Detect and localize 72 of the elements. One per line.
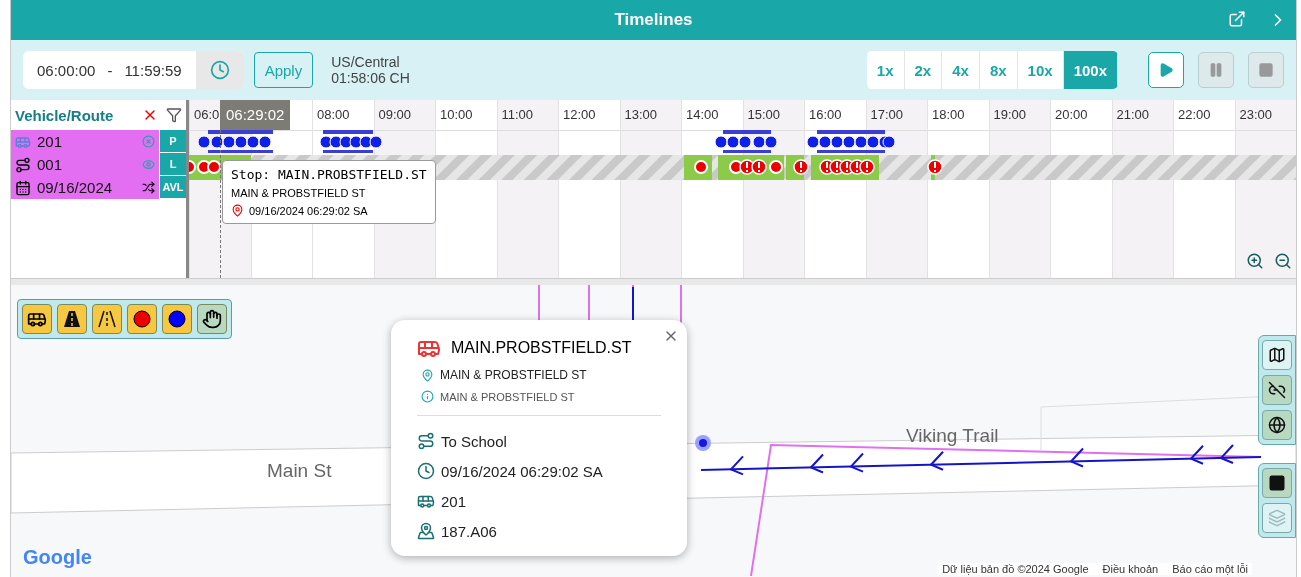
popup-detail: 09/16/2024 06:29:02 SA [441, 462, 603, 480]
filter-row[interactable]: 001 [11, 153, 159, 176]
tag-button[interactable]: L [160, 153, 186, 176]
external-link-icon[interactable] [1228, 10, 1246, 28]
attribution-text: Dữ liệu bản đồ ©2024 Google [942, 563, 1089, 575]
lanes-icon [98, 310, 116, 328]
play-icon [1158, 62, 1174, 78]
tag-button[interactable]: AVL [160, 176, 186, 199]
stop-icon [1258, 62, 1274, 78]
zoom-out-icon[interactable] [1274, 252, 1292, 270]
hand-icon [202, 309, 222, 329]
square-icon [1268, 474, 1286, 492]
speed-button[interactable]: 1x [866, 51, 905, 89]
hour-label: 12:00 [559, 100, 620, 131]
clock-icon [209, 60, 230, 80]
shuffle-icon[interactable] [142, 181, 155, 194]
time-range-field[interactable]: 06:00:00 - 11:59:59 [23, 51, 244, 89]
dot-icon [132, 309, 152, 329]
hour-label: 18:00 [928, 100, 989, 131]
popup-detail: 187.A06 [441, 522, 497, 540]
dot-tool-button[interactable] [162, 304, 192, 334]
tag-button[interactable]: P [160, 130, 186, 153]
speed-button[interactable]: 100x [1063, 51, 1118, 89]
dot-icon [167, 309, 187, 329]
column-title: Vehicle/Route [15, 106, 115, 124]
street-label: Main St [267, 460, 332, 482]
pause-icon [1208, 62, 1224, 78]
route-icon [417, 522, 435, 540]
info-icon [421, 390, 434, 403]
pin-icon [421, 368, 434, 382]
lanes-tool-button[interactable] [92, 304, 122, 334]
hour-label: 10:00 [436, 100, 497, 131]
attribution-text[interactable]: Điều khoản [1102, 563, 1159, 575]
popup-title: MAIN.PROBSTFIELD.ST [451, 339, 632, 357]
play-button[interactable] [1148, 52, 1184, 88]
hour-label: 22:00 [1174, 100, 1235, 131]
unlink-icon [1268, 381, 1286, 399]
hand-tool-button[interactable] [197, 304, 227, 334]
timezone-label: US/Central [331, 54, 401, 70]
trip-icon [417, 432, 435, 450]
globe-button[interactable] [1262, 410, 1292, 440]
bus-tool-button[interactable] [22, 304, 52, 334]
time-icon [417, 462, 435, 480]
calendar-icon [15, 179, 31, 196]
zoom-in-icon[interactable] [1246, 252, 1264, 270]
clock-time: 01:58:06 CH [331, 70, 410, 86]
attribution-text[interactable]: Báo cáo một lỗi [1172, 563, 1248, 575]
popup-detail: To School [441, 432, 507, 450]
map-icon [1268, 346, 1286, 364]
overlap-button[interactable] [1262, 468, 1292, 498]
layers-icon [1268, 509, 1286, 527]
filter-icon[interactable] [166, 107, 182, 123]
unlink-button[interactable] [1262, 375, 1292, 405]
stop-tooltip: Stop: MAIN.PROBSTFIELD.ST MAIN & PROBSTFIELD ST 09/16/2024 06:29:02 SA [222, 160, 436, 224]
apply-button[interactable]: Apply [253, 52, 314, 88]
hour-label: 23:00 [1235, 100, 1296, 131]
cursor-time: 06:29:02 [220, 100, 291, 130]
dot-tool-button[interactable] [127, 304, 157, 334]
google-logo: Google [23, 546, 92, 569]
map-button[interactable] [1262, 340, 1292, 370]
globe-icon [1268, 416, 1286, 434]
pin-icon [231, 204, 244, 217]
street-label: Viking Trail [906, 425, 999, 447]
filter-row[interactable]: 201 [11, 130, 159, 153]
popup-info: MAIN & PROBSTFIELD ST [440, 390, 575, 403]
hour-label: 20:00 [1051, 100, 1112, 131]
filter-row[interactable]: 09/16/2024 [11, 176, 159, 199]
popup-address: MAIN & PROBSTFIELD ST [440, 368, 587, 382]
clock-button[interactable] [195, 51, 244, 89]
road-tool-button[interactable] [57, 304, 87, 334]
popup-detail: 201 [441, 492, 467, 510]
panel-title: Timelines [614, 10, 693, 30]
